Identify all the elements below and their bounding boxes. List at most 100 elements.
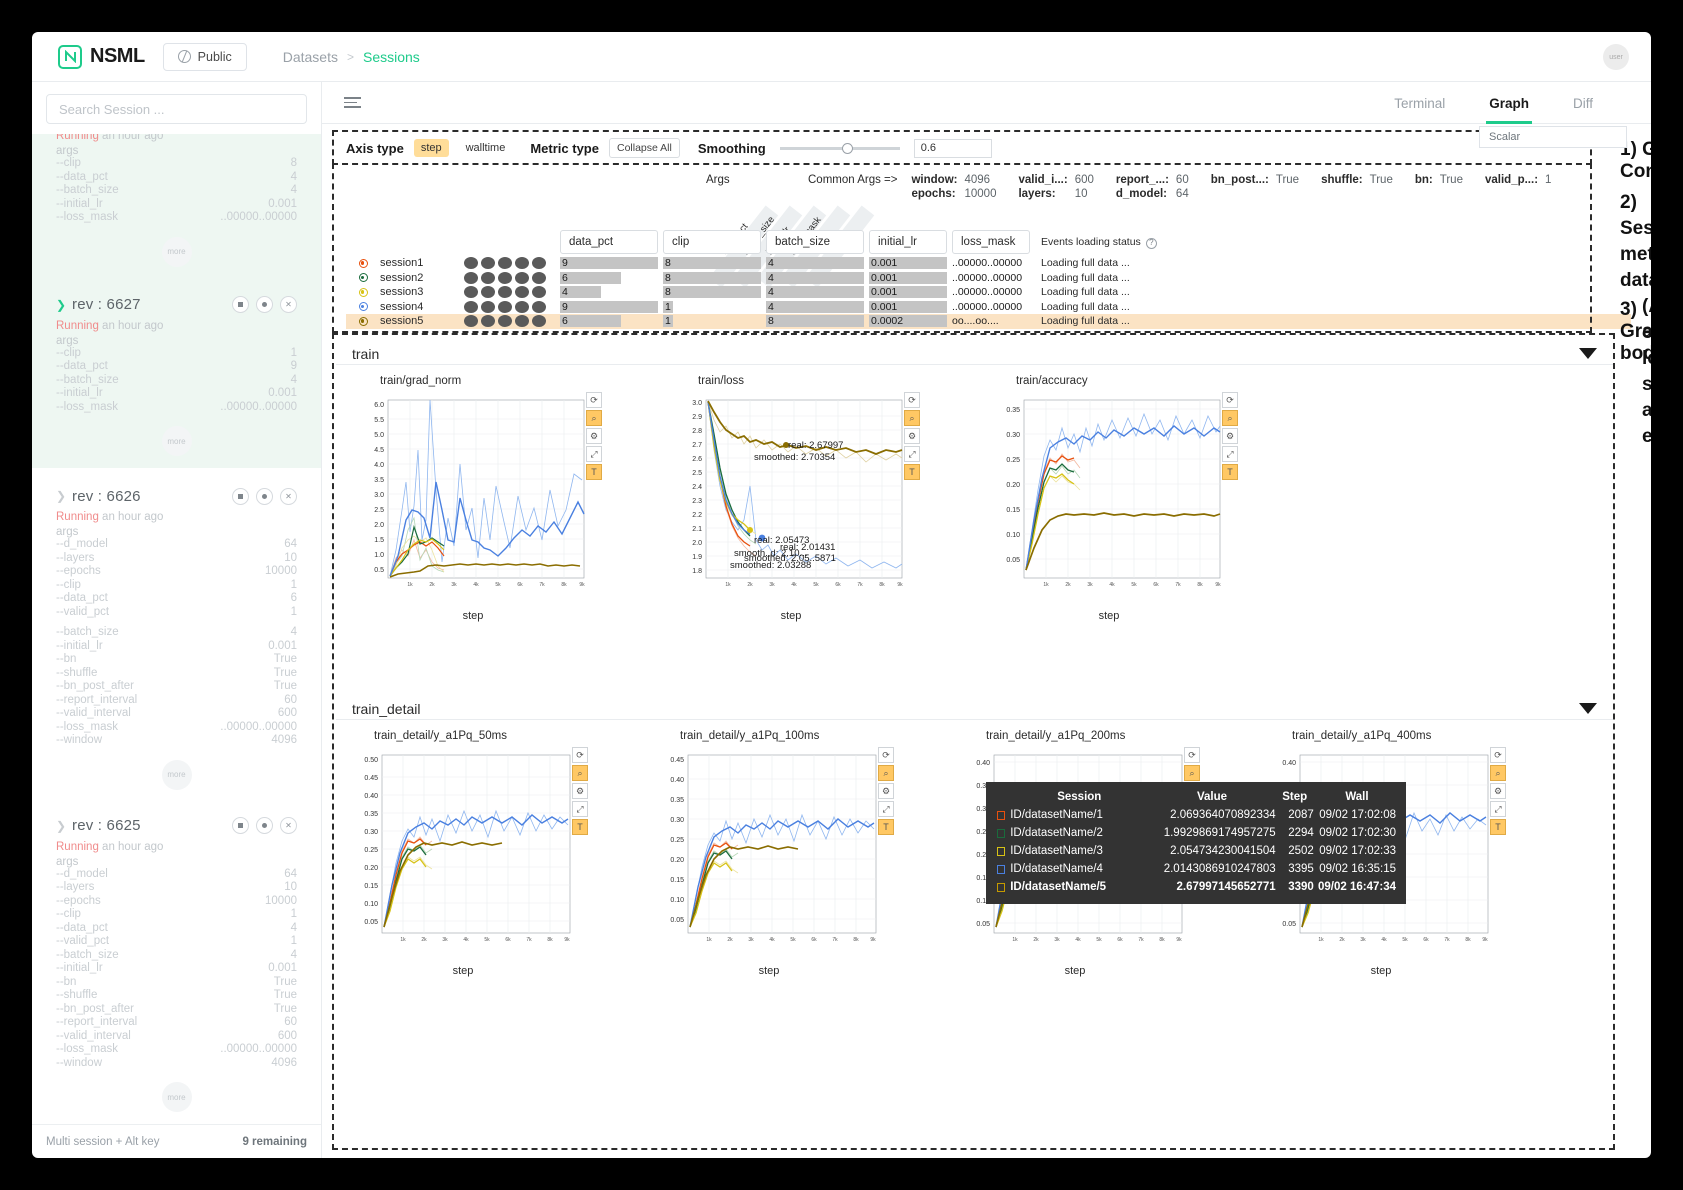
group-header-train-detail[interactable]: train_detail	[336, 690, 1613, 720]
refresh-icon[interactable]: ⟳	[1184, 747, 1200, 763]
zoom-out-icon[interactable]: ⌕	[586, 410, 602, 426]
plot-area[interactable]: 0.35 0.30 0.25 0.20 0.15 0.10 0.05 1k 2k…	[994, 390, 1238, 600]
chevron-right-icon[interactable]: ❯	[56, 489, 72, 503]
record-button[interactable]	[256, 817, 273, 834]
zoom-out-icon[interactable]: ⌕	[572, 765, 588, 781]
stop-button[interactable]	[232, 487, 249, 505]
refresh-icon[interactable]: ⟳	[586, 392, 602, 408]
search-input[interactable]	[46, 94, 307, 124]
group-header-train[interactable]: train	[336, 335, 1613, 365]
tab-diff[interactable]: Diff	[1573, 82, 1593, 124]
settings-icon[interactable]: ⚙	[1490, 783, 1506, 799]
settings-icon[interactable]: ⚙	[572, 783, 588, 799]
more-button[interactable]: more	[161, 1082, 192, 1112]
breadcrumb-sessions[interactable]: Sessions	[363, 49, 420, 65]
session-header[interactable]: ❯ rev : 6625 ✕	[56, 814, 297, 838]
chevron-down-icon[interactable]	[1579, 703, 1597, 714]
refresh-icon[interactable]: ⟳	[904, 392, 920, 408]
list-item[interactable]: ❯ rev : 6626 ✕ Running an hour ago args	[32, 468, 321, 802]
smoothing-value[interactable]: 0.6	[913, 138, 992, 158]
session-color-swatch[interactable]	[346, 287, 380, 297]
column-header-loss-mask[interactable]: loss_mask	[952, 230, 1030, 254]
menu-icon[interactable]	[344, 97, 361, 108]
settings-icon[interactable]: ⚙	[586, 428, 602, 444]
session-color-swatch[interactable]	[346, 302, 380, 312]
session-header[interactable]: ❯ rev : 6626 ✕	[56, 484, 297, 508]
refresh-icon[interactable]: ⟳	[1222, 392, 1238, 408]
collapse-all-button[interactable]: Collapse All	[608, 138, 680, 158]
chevron-down-icon[interactable]	[1579, 348, 1597, 359]
zoom-out-icon[interactable]: ⌕	[878, 765, 894, 781]
stop-button[interactable]	[232, 817, 249, 834]
axis-option-step[interactable]: step	[413, 139, 449, 157]
text-icon[interactable]: T	[572, 819, 588, 835]
text-icon[interactable]: T	[878, 819, 894, 835]
zoom-out-icon[interactable]: ⌕	[1184, 765, 1200, 781]
close-button[interactable]: ✕	[280, 296, 297, 313]
more-button[interactable]: more	[161, 426, 192, 456]
zoom-out-icon[interactable]: ⌕	[904, 410, 920, 426]
help-icon[interactable]: ?	[1145, 237, 1157, 249]
more-button[interactable]: more	[161, 236, 192, 267]
breadcrumb-datasets[interactable]: Datasets	[283, 49, 338, 65]
public-badge[interactable]: Public	[162, 42, 247, 71]
refresh-icon[interactable]: ⟳	[1490, 747, 1506, 763]
table-row[interactable]: session2 6 8 4 0.001 ..00000..00000 Load…	[346, 271, 1631, 286]
expand-icon[interactable]: ⤢	[904, 446, 920, 462]
text-icon[interactable]: T	[904, 464, 920, 480]
session-header[interactable]: ❯ rev : 6627 ✕	[56, 293, 297, 317]
plot-area[interactable]: 3.0 2.9 2.8 2.7 2.6 2.5 2.4 2.3 2.2 2.1 2.0 1.9 …	[676, 390, 920, 600]
list-item[interactable]: ❯ rev : 6627 ✕ Running an hour ago args	[32, 278, 321, 468]
session-color-swatch[interactable]	[346, 316, 380, 326]
tab-terminal[interactable]: Terminal	[1394, 82, 1445, 124]
record-button[interactable]	[256, 296, 273, 313]
settings-icon[interactable]: ⚙	[904, 428, 920, 444]
list-item[interactable]: ❯ rev : 6625 ✕ Running an hour ago args	[32, 802, 321, 1125]
refresh-icon[interactable]: ⟳	[572, 747, 588, 763]
app-logo[interactable]: NSML	[58, 44, 145, 69]
table-row[interactable]: session3 4 8 4 0.001 ..00000..00000 Load…	[346, 285, 1631, 300]
table-row[interactable]: session1 9 8 4 0.001 ..00000..00000 Load…	[346, 256, 1631, 271]
expand-icon[interactable]: ⤢	[1222, 446, 1238, 462]
text-icon[interactable]: T	[1222, 464, 1238, 480]
close-button[interactable]: ✕	[280, 487, 297, 505]
avatar[interactable]: user	[1603, 44, 1629, 70]
session-color-swatch[interactable]	[346, 273, 380, 283]
expand-icon[interactable]: ⤢	[586, 446, 602, 462]
smoothing-slider[interactable]	[779, 142, 900, 154]
record-button[interactable]	[256, 487, 273, 505]
expand-icon[interactable]: ⤢	[878, 801, 894, 817]
scalar-select[interactable]: Scalar	[1479, 126, 1627, 148]
zoom-out-icon[interactable]: ⌕	[1490, 765, 1506, 781]
column-header-batch-size[interactable]: batch_size	[766, 230, 864, 254]
table-row[interactable]: session5 6 1 8 0.0002 oo....oo.... Loadi…	[346, 314, 1631, 329]
column-header-data-pct[interactable]: data_pct	[560, 230, 658, 254]
settings-icon[interactable]: ⚙	[878, 783, 894, 799]
column-header-initial-lr[interactable]: initial_lr	[869, 230, 947, 254]
chevron-right-icon[interactable]: ❯	[56, 819, 72, 833]
slider-knob[interactable]	[841, 142, 853, 154]
text-icon[interactable]: T	[1490, 819, 1506, 835]
zoom-out-icon[interactable]: ⌕	[1222, 410, 1238, 426]
text-icon[interactable]: T	[586, 464, 602, 480]
session-list[interactable]: Running an hour ago args --clip 8 --data_…	[32, 134, 321, 1124]
arg-key: --batch_size	[56, 626, 119, 638]
axis-option-walltime[interactable]: walltime	[459, 139, 513, 157]
expand-icon[interactable]: ⤢	[1490, 801, 1506, 817]
chevron-right-icon[interactable]: ❯	[56, 298, 72, 312]
tab-graph[interactable]: Graph	[1486, 82, 1532, 124]
list-item[interactable]: Running an hour ago args --clip 8 --data_…	[32, 134, 321, 279]
more-button[interactable]: more	[161, 759, 192, 790]
cell-loss-mask: ..00000..00000	[952, 271, 1023, 284]
column-header-clip[interactable]: clip	[663, 230, 761, 254]
plot-area[interactable]: 6.0 5.5 5.0 4.5 4.0 3.5 3.0 2.5 2.0 1.5 1.0 0.5	[358, 390, 602, 600]
stop-button[interactable]	[232, 296, 249, 313]
refresh-icon[interactable]: ⟳	[878, 747, 894, 763]
session-color-swatch[interactable]	[346, 258, 380, 268]
table-row[interactable]: session4 9 1 4 0.001 ..00000..00000 Load…	[346, 300, 1631, 315]
plot-area[interactable]: 0.45 0.40 0.35 0.30 0.25 0.20 0.15 0.10 0.05	[658, 745, 894, 955]
settings-icon[interactable]: ⚙	[1222, 428, 1238, 444]
close-button[interactable]: ✕	[280, 817, 297, 834]
plot-area[interactable]: 0.50 0.45 0.40 0.35 0.30 0.25 0.20 0.15 0.10 0…	[352, 745, 588, 955]
expand-icon[interactable]: ⤢	[572, 801, 588, 817]
